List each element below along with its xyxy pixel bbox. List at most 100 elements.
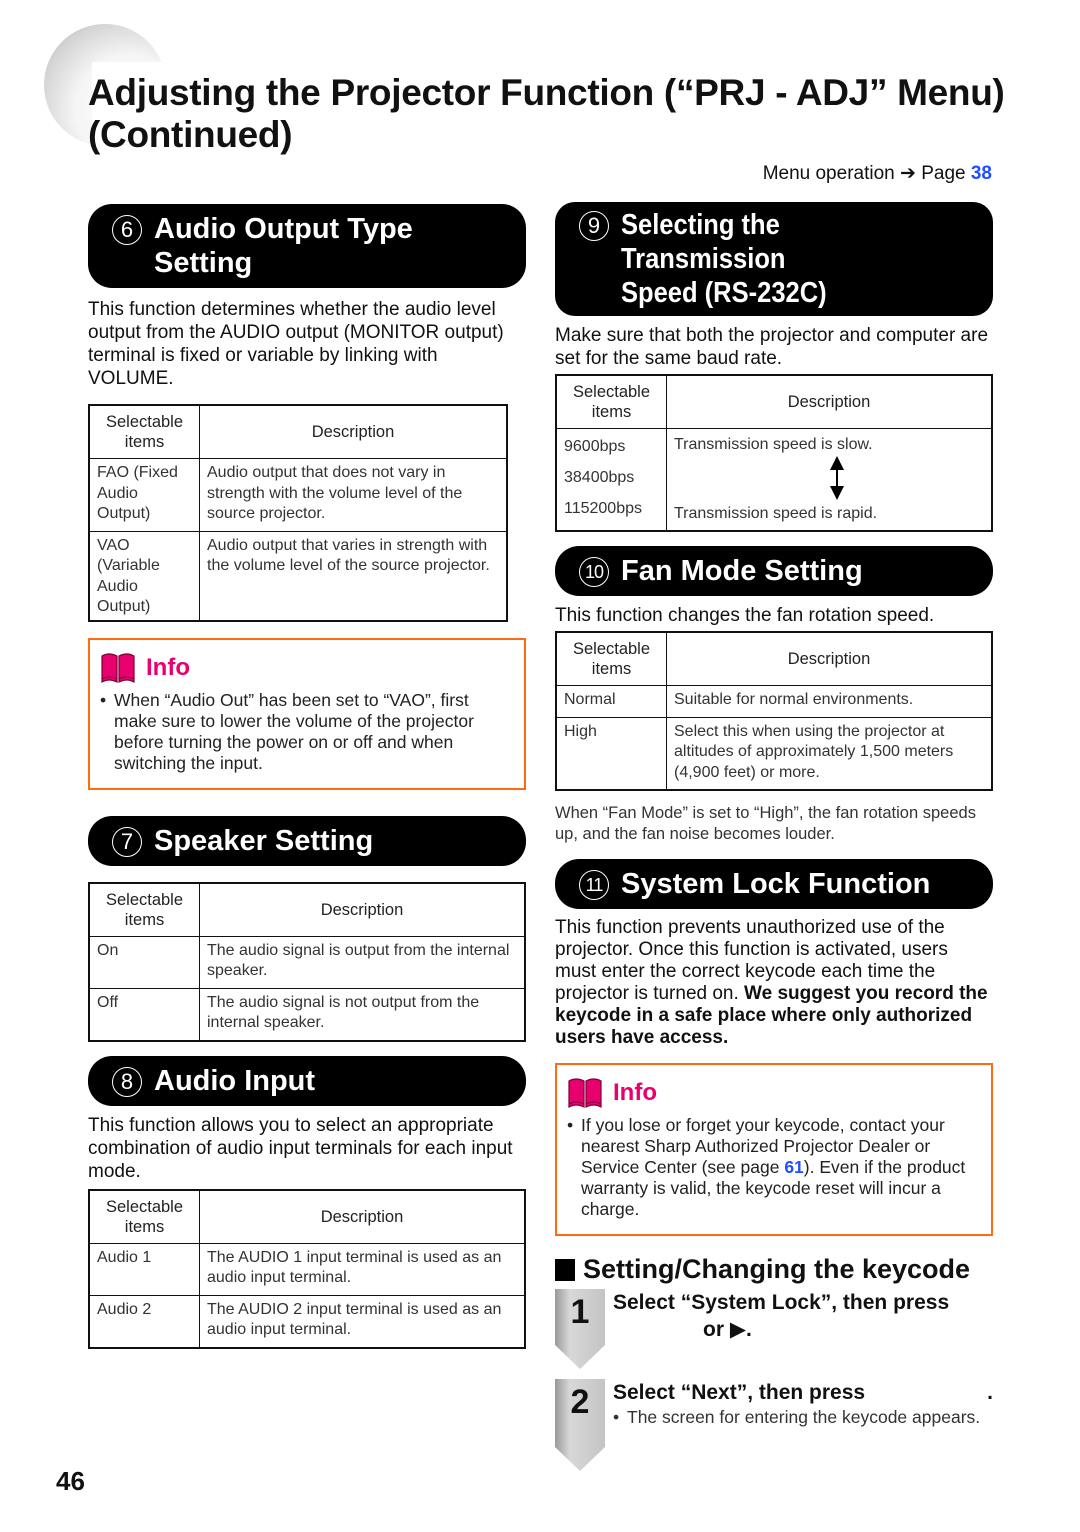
section-number-badge: 11 (579, 870, 609, 900)
item-115200: 115200bps (564, 500, 642, 517)
item-cell: Off (88, 987, 200, 1041)
table-row: Audio 2 The AUDIO 2 input terminal is us… (88, 1294, 526, 1348)
page-link[interactable]: 61 (784, 1157, 803, 1177)
column-header: Description (666, 374, 993, 429)
description-cell: The audio signal is output from the inte… (199, 935, 526, 989)
section-header-transmission: 9 Selecting the Transmission Speed (RS-2… (555, 202, 993, 316)
table-row: FAO (Fixed Audio Output) Audio output th… (88, 458, 508, 532)
section-title: Audio Output Type Setting (154, 213, 413, 279)
info-text: • When “Audio Out” has been set to “VAO”,… (100, 689, 474, 773)
step-title-line2: or ▶. (703, 1318, 752, 1341)
step-2: 2 Select “Next”, then press . • The scree… (555, 1379, 993, 1471)
description-cell: Audio output that does not vary in stren… (199, 458, 508, 532)
step-number-tag: 1 (555, 1289, 605, 1374)
table-row: Audio 1 The AUDIO 1 input terminal is us… (88, 1242, 526, 1296)
audio-input-table: Selectable items Description Audio 1 The… (88, 1188, 526, 1349)
section-title: Fan Mode Setting (621, 555, 863, 587)
section-header-speaker: 7 Speaker Setting (88, 815, 526, 866)
item-cell: VAO (Variable Audio Output) (88, 530, 200, 621)
description-cell: Suitable for normal environments. (666, 685, 993, 718)
info-label: Info (613, 1079, 657, 1106)
section-title-line1: Selecting the Transmission (621, 209, 786, 275)
section-title-line2: Speed (RS-232C) (621, 277, 827, 309)
transmission-table: Selectable items Description 9600bps 384… (555, 374, 993, 532)
section-header-audio-output: 6 Audio Output Type Setting (88, 204, 526, 288)
section-header-system-lock: 11 System Lock Function (555, 859, 993, 909)
column-header: Selectable items (88, 404, 200, 459)
description-cell: The AUDIO 1 input terminal is used as an… (199, 1242, 526, 1296)
page-number: 46 (56, 1466, 85, 1496)
info-box: Info • If you lose or forget your keycode… (555, 1063, 993, 1236)
item-cell: Audio 2 (88, 1294, 200, 1348)
section-number-badge: 7 (112, 826, 142, 857)
item-9600: 9600bps (564, 438, 626, 455)
up-down-arrow-icon (830, 455, 844, 500)
info-box: Info • When “Audio Out” has been set to “… (88, 637, 526, 790)
column-header: Selectable items (88, 882, 200, 937)
item-cell: FAO (Fixed Audio Output) (88, 458, 200, 532)
column-header: Description (199, 882, 526, 937)
section-title: Speaker Setting (154, 824, 374, 857)
speaker-table: Selectable items Description On The audi… (88, 881, 526, 1042)
menu-operation-page-link[interactable]: 38 (971, 163, 992, 184)
step-title-text: Select “Next”, then press (613, 1381, 866, 1404)
menu-operation-label: Menu operation ➔ Page (762, 163, 966, 184)
item-cell: Normal (555, 685, 667, 718)
section-title: System Lock Function (621, 868, 931, 900)
desc-slow: Transmission speed is slow. (674, 436, 873, 453)
section-description: This function allows you to select an ap… (88, 1114, 513, 1182)
book-icon (568, 1078, 602, 1109)
table-header-row: Selectable items Description (88, 882, 526, 937)
table-row: On The audio signal is output from the i… (88, 935, 526, 989)
right-column: 9 Selecting the Transmission Speed (RS-2… (555, 202, 993, 1471)
table-row: Normal Suitable for normal environments. (555, 685, 993, 718)
item-cell: Audio 1 (88, 1242, 200, 1296)
step-title: Select “Next”, then press . (613, 1379, 993, 1406)
book-icon (101, 652, 135, 683)
section-number-badge: 10 (579, 557, 609, 587)
table-row: High Select this when using the projecto… (555, 716, 993, 791)
table-header-row: Selectable items Description (88, 404, 508, 459)
column-header: Selectable items (555, 631, 667, 686)
column-header: Description (199, 1189, 526, 1244)
keycode-heading-text: Setting/Changing the keycode (583, 1254, 971, 1284)
table-row: 9600bps 38400bps 115200bps Transmission … (555, 428, 993, 532)
info-heading: Info (567, 1077, 981, 1109)
item-cell: 9600bps 38400bps 115200bps (555, 428, 667, 532)
step-number-tag: 2 (555, 1379, 605, 1476)
column-header: Description (199, 404, 508, 459)
description-cell: Transmission speed is slow. Transmission… (666, 428, 993, 532)
section-description: This function changes the fan rotation s… (555, 605, 935, 626)
step-title-end: . (987, 1381, 993, 1404)
section-header-fan-mode: 10 Fan Mode Setting (555, 546, 993, 596)
section-number-badge: 9 (579, 211, 609, 241)
desc-rapid: Transmission speed is rapid. (674, 504, 878, 522)
column-header: Selectable items (555, 374, 667, 429)
step-title-line1: Select “System Lock”, then press (613, 1291, 950, 1314)
description-cell: Audio output that varies in strength wit… (199, 530, 508, 621)
section-number-badge: 6 (112, 215, 142, 245)
left-column: 6 Audio Output Type Setting This functio… (88, 204, 526, 1349)
table-header-row: Selectable items Description (555, 631, 993, 686)
audio-output-table: Selectable items Description FAO (Fixed … (88, 404, 508, 622)
table-header-row: Selectable items Description (88, 1189, 526, 1244)
description-cell: The audio signal is not output from the … (199, 987, 526, 1041)
section-description: Make sure that both the projector and co… (555, 325, 989, 369)
fan-mode-table: Selectable items Description Normal Suit… (555, 631, 993, 791)
section-title: Audio Input (154, 1064, 316, 1097)
step-number: 2 (570, 1383, 590, 1421)
section-header-audio-input: 8 Audio Input (88, 1055, 526, 1106)
step-number: 1 (570, 1293, 590, 1331)
step-1: 1 Select “System Lock”, then press or ▶. (555, 1289, 993, 1371)
info-label: Info (146, 653, 190, 681)
info-text: • If you lose or forget your keycode, con… (567, 1115, 966, 1219)
column-header: Selectable items (88, 1189, 200, 1244)
description-cell: The AUDIO 2 input terminal is used as an… (199, 1294, 526, 1348)
section-description: This function determines whether the aud… (88, 299, 504, 389)
menu-operation-ref: Menu operation ➔ Page 38 (763, 162, 992, 185)
item-38400: 38400bps (564, 469, 635, 486)
step-note: • The screen for entering the keycode app… (613, 1407, 981, 1427)
item-cell: On (88, 935, 200, 989)
table-row: VAO (Variable Audio Output) Audio output… (88, 530, 508, 621)
step-title: Select “System Lock”, then press or ▶. (613, 1289, 993, 1343)
